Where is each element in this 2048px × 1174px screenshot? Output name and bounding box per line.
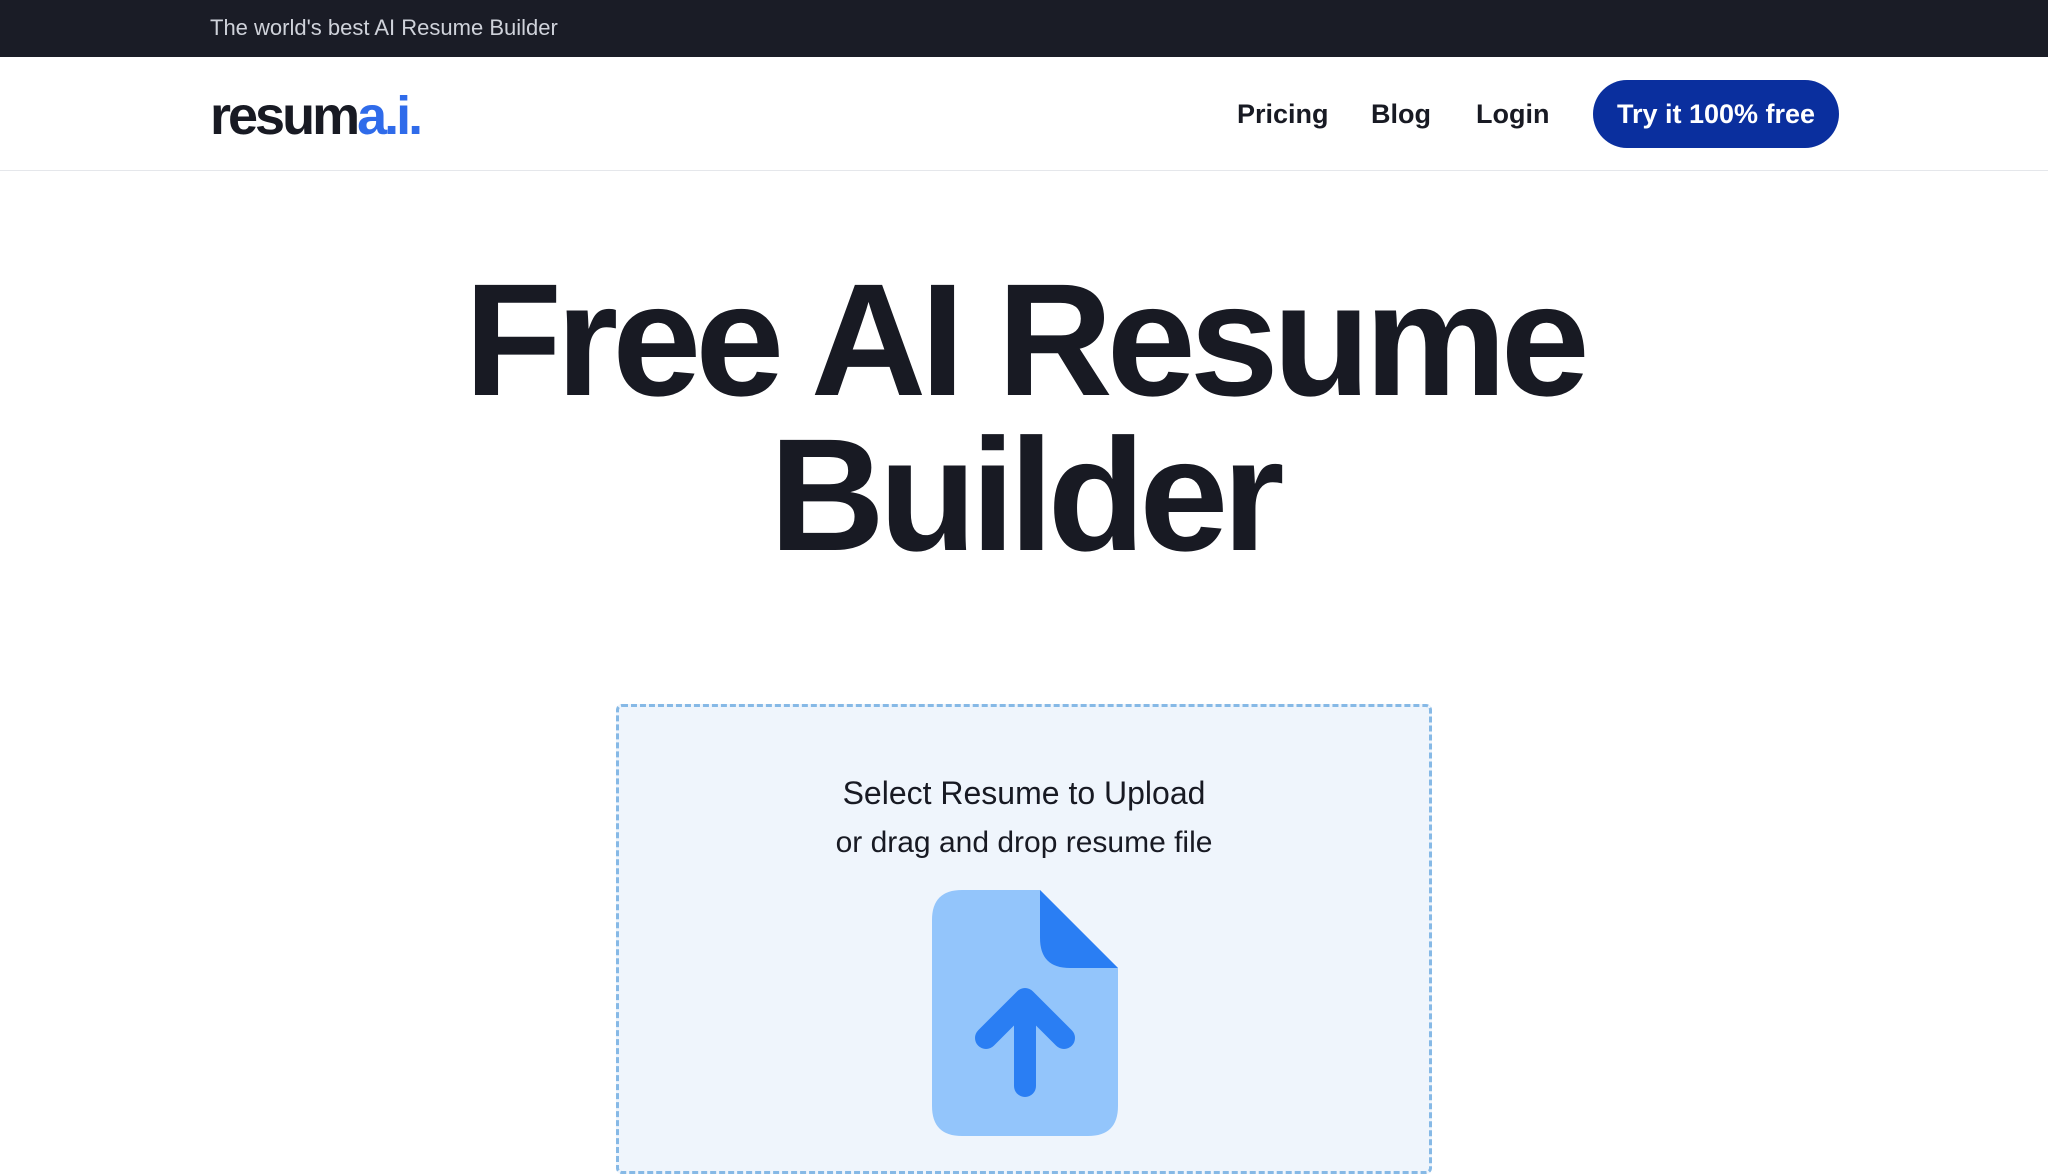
nav-link-pricing[interactable]: Pricing [1237, 97, 1329, 131]
site-header: resuma.i. Pricing Blog Login Try it 100%… [0, 57, 2048, 171]
hero-title: Free AI Resume Builder [0, 260, 2048, 575]
file-upload-icon [932, 890, 1118, 1136]
upload-title: Select Resume to Upload [842, 775, 1206, 811]
announcement-bar: The world's best AI Resume Builder [0, 0, 2048, 57]
logo-main: resum [210, 86, 360, 146]
announcement-text: The world's best AI Resume Builder [210, 15, 558, 40]
logo[interactable]: resuma.i. [210, 86, 423, 146]
try-free-button[interactable]: Try it 100% free [1593, 80, 1839, 148]
hero-title-line-2: Builder [769, 405, 1284, 584]
upload-subtitle: or drag and drop resume file [835, 826, 1213, 859]
nav-link-login[interactable]: Login [1476, 97, 1549, 131]
hero-title-line-1: Free AI Resume [464, 250, 1589, 429]
nav-link-blog[interactable]: Blog [1371, 97, 1431, 131]
resume-upload-dropzone[interactable]: Select Resume to Upload or drag and drop… [616, 704, 1432, 1174]
logo-accent: a.i. [357, 86, 423, 146]
